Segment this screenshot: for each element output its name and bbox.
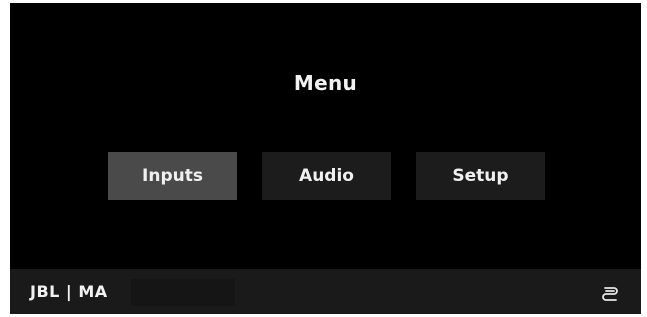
setup-button[interactable]: Setup: [416, 152, 545, 200]
connection-icon: [602, 287, 618, 301]
device-screen: Menu Inputs Audio Setup JBL | MA: [10, 3, 641, 314]
menu-title: Menu: [293, 71, 358, 95]
status-area: [131, 279, 235, 306]
status-bar: JBL | MA: [10, 269, 641, 314]
brand-label: JBL | MA: [30, 282, 108, 301]
audio-button[interactable]: Audio: [262, 152, 391, 200]
inputs-button[interactable]: Inputs: [108, 152, 237, 200]
